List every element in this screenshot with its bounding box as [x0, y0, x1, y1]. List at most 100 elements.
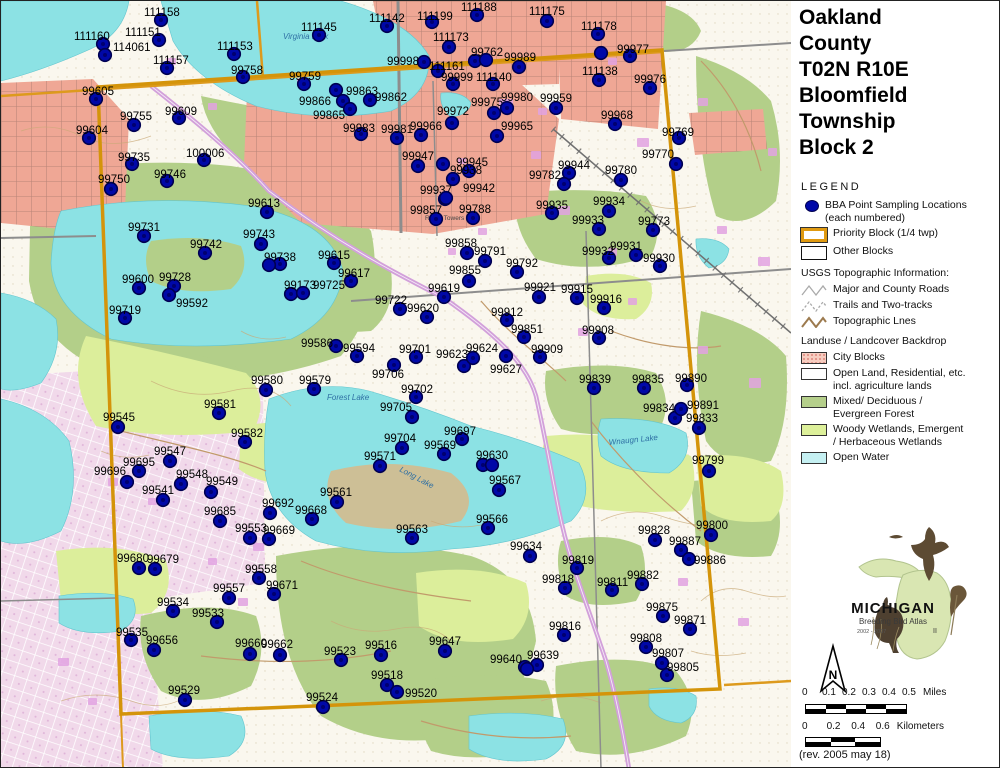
bba-point[interactable]: 99520	[391, 686, 437, 700]
bba-point-number: 99743	[243, 229, 275, 241]
bba-point-number: 99524	[306, 692, 339, 704]
bba-point-dot[interactable]	[486, 459, 499, 472]
topo-line-icon	[801, 316, 827, 328]
bba-block-map-sheet: Virginia ParkForest LakeLong LakeWnaugn …	[0, 0, 1000, 768]
bba-point-number: 99523	[324, 646, 356, 658]
bba-point[interactable]: 99998	[387, 56, 430, 69]
legend-item-label: BBA Point Sampling Locations(each number…	[825, 199, 967, 224]
legend-item: Topographic Lnes	[801, 315, 999, 328]
legend-item: BBA Point Sampling Locations(each number…	[801, 199, 999, 224]
bba-point-core	[497, 488, 501, 492]
bba-point-number: 99609	[165, 106, 197, 118]
bba-point-number: 99865	[313, 110, 345, 122]
bba-point-core	[634, 253, 638, 257]
bba-point-number: 99731	[128, 222, 160, 234]
scalebar-tick-label: 0	[802, 721, 808, 732]
bba-point-number: 99695	[123, 457, 155, 469]
bba-point-core	[462, 364, 466, 368]
bba-point-number: 99818	[542, 574, 574, 586]
bba-point-number: 99553	[235, 523, 267, 535]
bba-point-number: 99569	[424, 440, 456, 452]
legend-item-label: Topographic Lnes	[833, 315, 916, 328]
bba-point-number: 99735	[118, 152, 150, 164]
bba-point-number: 99930	[643, 253, 675, 265]
bba-point-number: 111173	[433, 32, 469, 44]
legend-item-label: Priority Block (1/4 twp)	[833, 227, 938, 240]
bba-point-number: 99516	[365, 640, 397, 652]
map-area[interactable]: Virginia ParkForest LakeLong LakeWnaugn …	[1, 1, 791, 768]
bba-point-core	[660, 661, 664, 665]
bba-point-core	[183, 698, 187, 702]
bba-point-core	[504, 354, 508, 358]
bba-point-number: 99580	[251, 375, 283, 387]
bba-point-number: 99805	[667, 662, 699, 674]
bba-point-core	[278, 653, 282, 657]
forest-swatch	[801, 396, 827, 408]
bba-point-number: 99586	[301, 338, 333, 350]
bba-point-core	[243, 440, 247, 444]
bba-point-core	[142, 234, 146, 238]
legend-title: LEGEND	[801, 181, 861, 193]
legend-item: City Blocks	[801, 351, 999, 364]
bba-point-number: 99567	[489, 475, 521, 487]
bba-point-number: 99755	[120, 111, 152, 123]
bba-point-number: 99685	[204, 506, 236, 518]
bba-point-dot[interactable]	[480, 54, 493, 67]
bba-point-number: 99604	[76, 125, 109, 137]
north-arrow-label: N	[829, 668, 838, 682]
bba-point-number: 99834	[643, 403, 676, 415]
bba-point-dot[interactable]	[263, 259, 276, 272]
legend-item-label: Woody Wetlands, Emergent/ Herbaceous Wet…	[833, 423, 963, 448]
bba-point-number: 111158	[144, 7, 180, 19]
bba-point-dot[interactable]	[595, 47, 608, 60]
bba-point-core	[153, 567, 157, 571]
map-title-line: Block 2	[793, 135, 1000, 161]
bba-point-number: 99916	[590, 294, 622, 306]
bba-point-core	[575, 296, 579, 300]
bba-point-number: 111199	[417, 11, 453, 23]
bba-point-number: 114061	[113, 42, 151, 54]
scalebar-unit-label: Kilometers	[897, 721, 944, 732]
bba-point-number: 99968	[601, 110, 633, 122]
bba-point-dot[interactable]	[521, 663, 534, 676]
priority-block-swatch	[801, 228, 827, 242]
bba-point-core	[289, 292, 293, 296]
bba-point-core	[217, 411, 221, 415]
bba-point-dot[interactable]	[440, 192, 453, 205]
legend-item-label: Trails and Two-tracks	[833, 299, 932, 312]
legend-item: Mixed/ Deciduous /Evergreen Forest	[801, 395, 999, 420]
legend-item-label: Open Water	[833, 451, 889, 464]
bba-point-number: 100006	[186, 148, 224, 160]
bba-point-core	[103, 53, 107, 57]
bba-point-core	[152, 648, 156, 652]
bba-point-core	[473, 59, 477, 63]
bba-point-number: 111142	[369, 13, 405, 25]
bba-point-number: 99656	[146, 635, 178, 647]
bba-point-number: 99931	[610, 241, 642, 253]
bba-point-core	[379, 653, 383, 657]
scalebar-segment	[806, 709, 826, 713]
bba-point-number: 99617	[338, 268, 370, 280]
bba-point[interactable]: 99866	[299, 95, 349, 108]
legend-item-label: Major and County Roads	[833, 283, 949, 296]
bba-point-number: 111151	[125, 27, 161, 39]
bba-point[interactable]: 99886	[683, 553, 726, 567]
bba-point-number: 99706	[372, 369, 404, 381]
bba-point-number: 99547	[154, 446, 186, 458]
scalebar-tick-label: 0	[802, 687, 808, 698]
bba-point-number: 99696	[94, 466, 126, 478]
bba-point-core	[679, 548, 683, 552]
legend-item: Other Blocks	[801, 245, 999, 260]
bba-point-core	[167, 293, 171, 297]
bba-point-core	[392, 363, 396, 367]
map-title-line: Township	[793, 109, 1000, 135]
bba-point-number: 99615	[318, 250, 350, 262]
scalebar-segment	[806, 742, 831, 746]
bba-point-number: 99833	[686, 413, 718, 425]
bba-point-number: 99534	[157, 597, 190, 609]
topo-map-canvas[interactable]: Virginia ParkForest LakeLong LakeWnaugn …	[1, 1, 791, 768]
bba-point-number: 99782	[529, 170, 561, 182]
bba-point-number: 99668	[295, 505, 327, 517]
bba-point-number: 99561	[320, 487, 352, 499]
bba-point-core	[301, 291, 305, 295]
